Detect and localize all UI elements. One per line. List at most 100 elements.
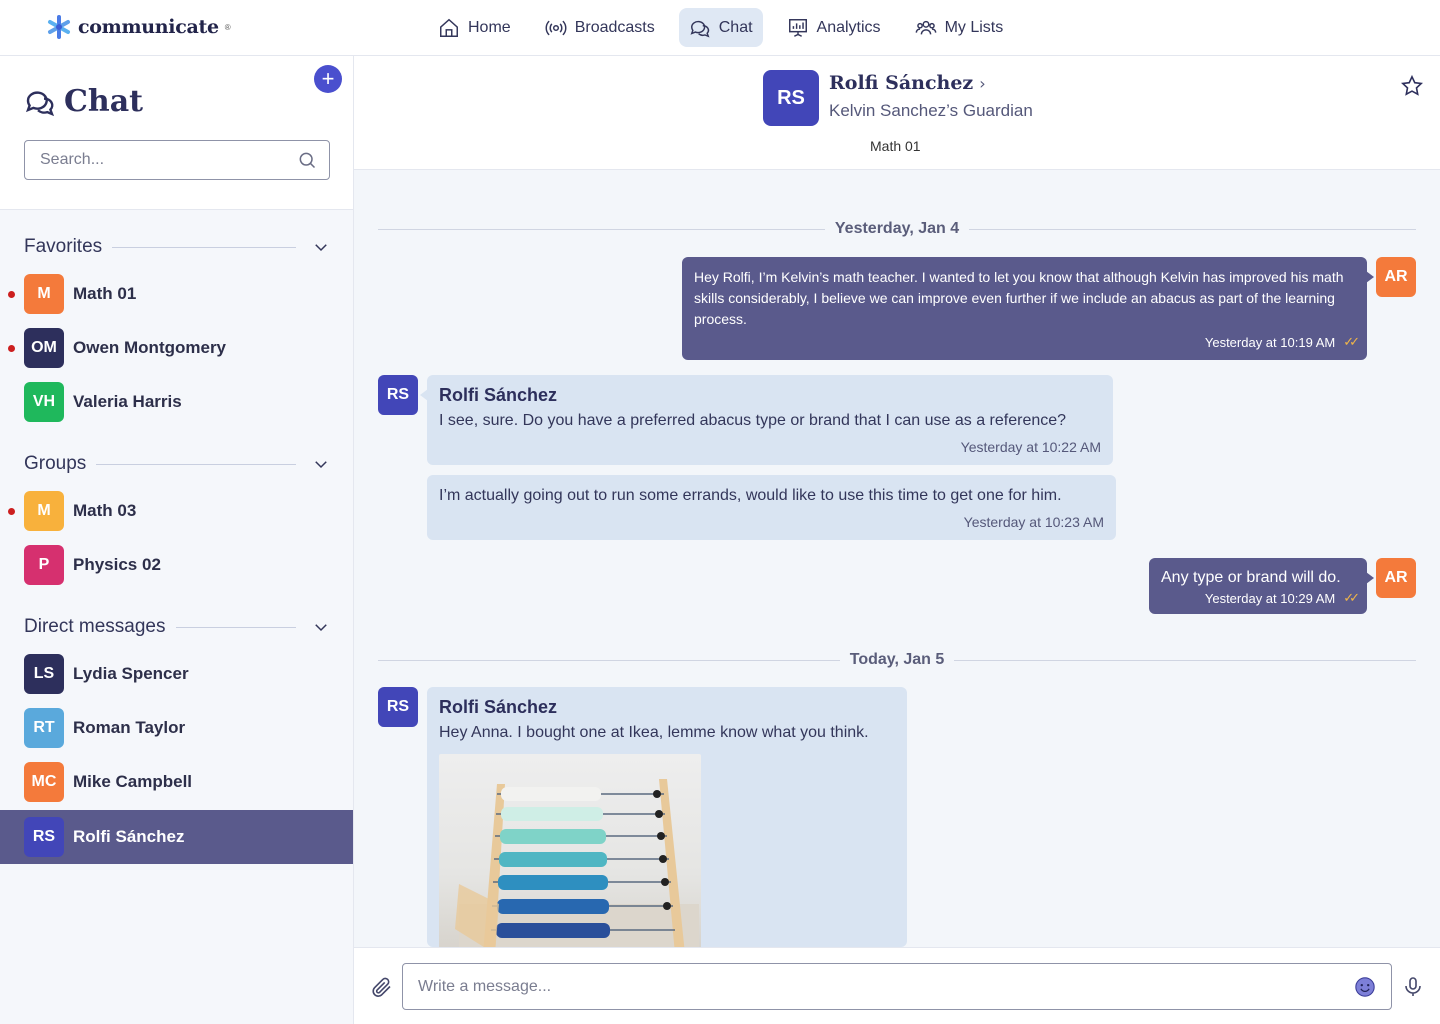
- sidebar-item-physics-02[interactable]: P Physics 02: [0, 538, 353, 592]
- divider-line: [954, 659, 1417, 661]
- nav-broadcasts[interactable]: Broadcasts: [535, 8, 665, 47]
- incoming-message[interactable]: Rolfi Sánchez Hey Anna. I bought one at …: [427, 687, 907, 947]
- divider: [96, 463, 296, 465]
- message-text: I see, sure. Do you have a preferred aba…: [439, 412, 1067, 429]
- sidebar-title-label: Chat: [64, 84, 143, 119]
- sidebar-item-math-01[interactable]: M Math 01: [0, 267, 353, 321]
- sender-name: Rolfi Sánchez: [439, 385, 558, 405]
- avatar: RT: [24, 708, 64, 748]
- sidebar-item-lydia-spencer[interactable]: LS Lydia Spencer: [0, 647, 353, 701]
- message-input[interactable]: [418, 977, 1354, 996]
- nav-my-lists[interactable]: My Lists: [905, 8, 1014, 47]
- outgoing-message[interactable]: Any type or brand will do. Yesterday at …: [1149, 558, 1374, 614]
- favorites-label: Favorites: [24, 236, 103, 257]
- emoji-icon[interactable]: [1354, 976, 1376, 998]
- sidebar-item-mike-campbell[interactable]: MC Mike Campbell: [0, 755, 353, 809]
- divider: [112, 246, 296, 248]
- message-time: Yesterday at 10:19 AM: [1204, 334, 1336, 350]
- contact-role: Kelvin Sanchez’s Guardian: [829, 101, 1033, 120]
- sidebar-item-roman-taylor[interactable]: RT Roman Taylor: [0, 701, 353, 755]
- unread-dot: [8, 345, 15, 352]
- avatar: VH: [24, 382, 64, 422]
- chat-sidebar: Chat + Favorites M Math 01 OM Owen Montg…: [0, 56, 354, 1024]
- date-divider: Today, Jan 5: [378, 651, 1417, 669]
- sidebar-item-math-03[interactable]: M Math 03: [0, 484, 353, 538]
- nav-home[interactable]: Home: [428, 8, 521, 47]
- outgoing-message[interactable]: Hey Rolfi, I’m Kelvin’s math teacher. I …: [682, 257, 1374, 360]
- broadcast-icon: [545, 20, 567, 35]
- star-icon[interactable]: [1400, 74, 1424, 98]
- read-check-icon: ✓✓: [1343, 590, 1360, 605]
- sidebar-item-rolfi-sanchez[interactable]: RS Rolfi Sánchez: [0, 810, 353, 864]
- contact-name: Physics 02: [73, 555, 161, 574]
- message-text: Hey Rolfi, I’m Kelvin’s math teacher. I …: [694, 269, 1344, 327]
- chevron-down-icon[interactable]: [312, 455, 330, 473]
- groups-label: Groups: [24, 453, 87, 474]
- plus-icon: +: [321, 66, 335, 91]
- app-name: communicate: [78, 16, 219, 38]
- contact-name: Mike Campbell: [73, 772, 193, 791]
- avatar: MC: [24, 762, 64, 802]
- sidebar-title: Chat: [24, 84, 143, 119]
- incoming-message[interactable]: Rolfi Sánchez I see, sure. Do you have a…: [420, 375, 1113, 465]
- favorites-header[interactable]: Favorites: [24, 236, 330, 258]
- search-input[interactable]: [40, 151, 297, 169]
- avatar: OM: [24, 328, 64, 368]
- contact-name: Math 03: [73, 501, 137, 520]
- contact-name: Lydia Spencer: [73, 664, 189, 683]
- top-bar: communicate ® Home Broadcasts Chat Analyt…: [0, 0, 1440, 56]
- microphone-icon[interactable]: [1401, 975, 1425, 999]
- message-time: Yesterday at 10:29 AM: [1204, 590, 1336, 606]
- conversation-panel: RS Rolfi Sánchez › Kelvin Sanchez’s Guar…: [354, 56, 1440, 1024]
- contact-name: Roman Taylor: [73, 718, 186, 737]
- message-input-box: [402, 963, 1392, 1010]
- conversation-header: RS Rolfi Sánchez › Kelvin Sanchez’s Guar…: [354, 56, 1440, 170]
- bubble-tail: [1366, 572, 1374, 584]
- bubble-tail: [420, 389, 428, 401]
- avatar: M: [24, 491, 64, 531]
- paperclip-icon[interactable]: [370, 975, 394, 999]
- avatar: RS: [378, 375, 418, 415]
- divider-line: [378, 228, 825, 230]
- message-meta: Yesterday at 10:19 AM ✓✓: [694, 334, 1360, 350]
- avatar: AR: [1376, 558, 1416, 598]
- nav-chat-label: Chat: [718, 18, 753, 36]
- new-chat-button[interactable]: +: [314, 65, 342, 93]
- avatar: RS: [378, 687, 418, 727]
- direct-messages-header[interactable]: Direct messages: [24, 616, 330, 638]
- chevron-down-icon[interactable]: [312, 238, 330, 256]
- sidebar-item-valeria-harris[interactable]: VH Valeria Harris: [0, 375, 353, 429]
- nav-my-lists-label: My Lists: [944, 18, 1004, 36]
- search-box: [24, 140, 330, 180]
- message-meta: Yesterday at 10:29 AM ✓✓: [1161, 590, 1360, 606]
- home-icon: [440, 18, 458, 37]
- incoming-message[interactable]: I’m actually going out to run some erran…: [427, 475, 1116, 540]
- divider: [175, 626, 296, 628]
- nav-broadcasts-label: Broadcasts: [574, 18, 655, 36]
- bubble-tail: [1366, 271, 1374, 283]
- message-time: Yesterday at 10:22 AM: [960, 439, 1101, 455]
- contact-name-link[interactable]: Rolfi Sánchez ›: [829, 72, 986, 94]
- contact-name: Math 01: [73, 284, 137, 303]
- chevron-down-icon[interactable]: [312, 618, 330, 636]
- asterisk-logo-icon: [48, 15, 70, 39]
- chat-icon: [690, 20, 710, 38]
- unread-dot: [8, 291, 15, 298]
- groups-header[interactable]: Groups: [24, 453, 330, 475]
- app-logo[interactable]: communicate ®: [46, 14, 231, 40]
- avatar: RS: [24, 817, 64, 857]
- divider-line: [969, 228, 1417, 230]
- avatar: LS: [24, 654, 64, 694]
- direct-messages-label: Direct messages: [24, 616, 166, 637]
- nav-analytics[interactable]: Analytics: [777, 8, 891, 47]
- message-text: Any type or brand will do.: [1161, 569, 1341, 586]
- abacus-photo[interactable]: [439, 754, 701, 947]
- class-label: Math 01: [870, 138, 921, 154]
- sidebar-header: Chat +: [0, 56, 353, 210]
- search-icon[interactable]: [297, 150, 317, 170]
- bubble-tail: [427, 701, 428, 713]
- sidebar-item-owen-montgomery[interactable]: OM Owen Montgomery: [0, 321, 353, 375]
- message-text: Hey Anna. I bought one at Ikea, lemme kn…: [439, 724, 869, 741]
- nav-chat[interactable]: Chat: [678, 8, 763, 47]
- avatar[interactable]: RS: [763, 70, 819, 126]
